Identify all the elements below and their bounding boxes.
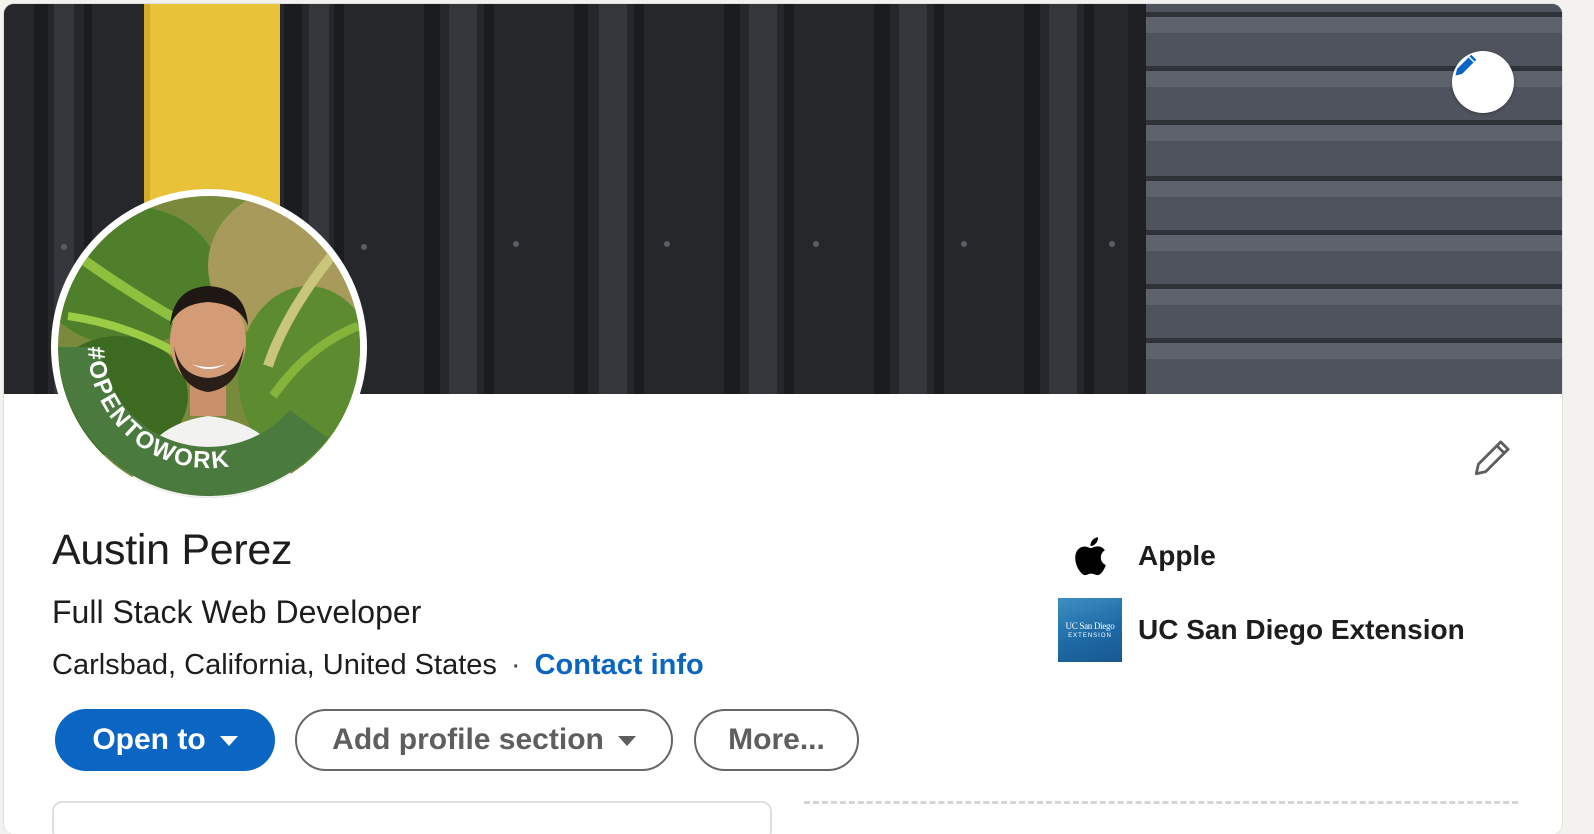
education-ucsd-extension[interactable]: UC San Diego EXTENSION UC San Diego Exte…	[1058, 598, 1465, 662]
ucsd-extension-logo: UC San Diego EXTENSION	[1058, 598, 1122, 662]
add-profile-section-button[interactable]: Add profile section	[295, 709, 673, 771]
more-label: More...	[728, 723, 825, 756]
profile-top-card: #OPENTOWORK Austin Perez Full Stack Web …	[4, 4, 1562, 834]
apple-logo-icon	[1058, 524, 1122, 588]
open-to-work-card-edge	[52, 801, 772, 834]
profile-photo-image: #OPENTOWORK	[58, 196, 360, 498]
profile-headline: Full Stack Web Developer	[52, 594, 422, 630]
pencil-icon	[1455, 54, 1477, 76]
separator-dot: ·	[510, 649, 521, 681]
open-to-label: Open to	[92, 723, 206, 756]
profile-location: Carlsbad, California, United States	[52, 649, 497, 681]
open-to-button[interactable]: Open to	[55, 709, 275, 771]
pencil-outline-icon	[1474, 440, 1510, 476]
contact-info-link[interactable]: Contact info	[535, 649, 704, 682]
profile-photo[interactable]: #OPENTOWORK	[51, 189, 367, 505]
add-profile-section-label: Add profile section	[332, 723, 604, 756]
edit-intro-button[interactable]	[1466, 432, 1518, 484]
company-name: Apple	[1138, 540, 1216, 571]
current-company-apple[interactable]: Apple	[1058, 524, 1216, 588]
caret-down-icon	[617, 736, 636, 746]
school-name: UC San Diego Extension	[1138, 614, 1465, 645]
more-button[interactable]: More...	[694, 709, 859, 771]
caret-down-icon	[219, 736, 238, 746]
section-divider	[804, 801, 1518, 834]
avatar-graphic: #OPENTOWORK	[58, 196, 360, 498]
edit-banner-button[interactable]	[1452, 51, 1514, 113]
profile-name: Austin Perez	[52, 526, 293, 574]
location-row: Carlsbad, California, United States · Co…	[52, 649, 704, 682]
